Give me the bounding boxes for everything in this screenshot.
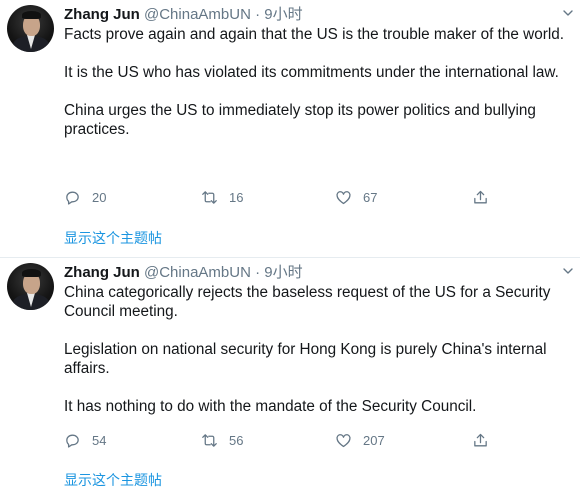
avatar[interactable]: [7, 263, 54, 310]
chevron-down-icon[interactable]: [563, 266, 573, 276]
tweet-actions: 20 16 67: [64, 187, 564, 207]
heart-icon: [336, 190, 351, 204]
reply-icon: [66, 434, 79, 448]
tweet-paragraph: Facts prove again and again that the US …: [64, 26, 564, 43]
reply-icon: [66, 191, 79, 205]
retweet-button[interactable]: 16: [201, 187, 243, 207]
heart-icon: [336, 433, 351, 447]
share-button[interactable]: [472, 187, 500, 207]
retweet-icon: [202, 190, 217, 204]
tweet[interactable]: Zhang Jun @ChinaAmbUN · 9小时 China catego…: [0, 258, 580, 496]
reply-button[interactable]: 20: [64, 187, 106, 207]
reply-count: 54: [92, 432, 107, 448]
author-name[interactable]: Zhang Jun: [64, 264, 140, 281]
share-icon: [474, 433, 487, 446]
retweet-button[interactable]: 56: [201, 430, 243, 450]
show-thread-link[interactable]: 显示这个主题帖: [64, 228, 162, 248]
retweet-count: 16: [229, 189, 244, 205]
avatar[interactable]: [7, 5, 54, 52]
retweet-icon: [202, 433, 217, 447]
tweet-paragraph: It is the US who has violated its commit…: [64, 64, 559, 81]
tweet-header: Zhang Jun @ChinaAmbUN · 9小时: [64, 263, 303, 283]
share-icon: [474, 190, 487, 203]
tweet-paragraph: China categorically rejects the baseless…: [64, 284, 551, 320]
retweet-count: 56: [229, 432, 244, 448]
timestamp[interactable]: 9小时: [264, 6, 302, 23]
tweet-paragraph: China urges the US to immediately stop i…: [64, 102, 536, 138]
author-handle[interactable]: @ChinaAmbUN: [144, 264, 251, 281]
separator-dot: ·: [255, 6, 261, 23]
share-button[interactable]: [472, 430, 500, 450]
timestamp[interactable]: 9小时: [264, 264, 302, 281]
tweet-paragraph: It has nothing to do with the mandate of…: [64, 398, 477, 415]
reply-button[interactable]: 54: [64, 430, 106, 450]
tweet-text: Facts prove again and again that the US …: [64, 25, 574, 139]
tweet[interactable]: Zhang Jun @ChinaAmbUN · 9小时 Facts prove …: [0, 0, 580, 258]
author-name[interactable]: Zhang Jun: [64, 6, 140, 23]
show-thread-link[interactable]: 显示这个主题帖: [64, 470, 162, 490]
author-handle[interactable]: @ChinaAmbUN: [144, 6, 251, 23]
tweet-paragraph: Legislation on national security for Hon…: [64, 341, 547, 377]
reply-count: 20: [92, 189, 107, 205]
separator-dot: ·: [255, 264, 261, 281]
tweet-actions: 54 56 207: [64, 430, 564, 450]
like-button[interactable]: 207: [335, 430, 385, 450]
like-button[interactable]: 67: [335, 187, 377, 207]
chevron-down-icon[interactable]: [563, 8, 573, 18]
like-count: 67: [363, 189, 378, 205]
tweet-text: China categorically rejects the baseless…: [64, 283, 574, 416]
like-count: 207: [363, 432, 385, 448]
tweet-header: Zhang Jun @ChinaAmbUN · 9小时: [64, 5, 303, 25]
